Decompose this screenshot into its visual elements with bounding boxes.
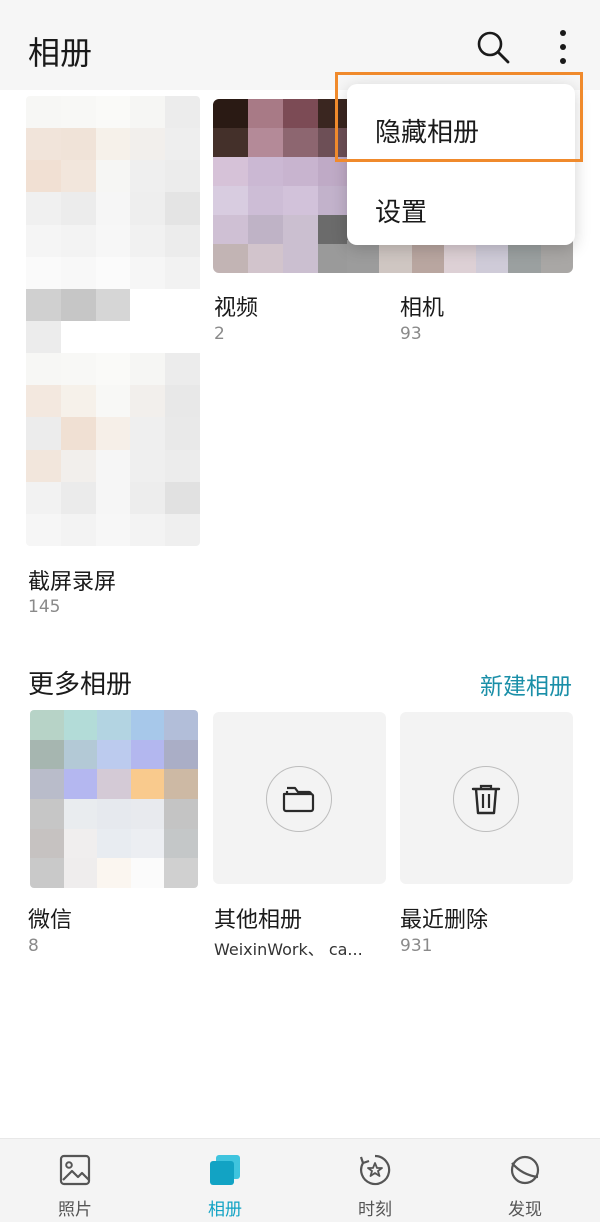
bottom-nav: 照片 相册 时刻 发现 (0, 1138, 600, 1222)
album-label-other: 其他相册 (214, 908, 303, 933)
album-thumb-wechat[interactable] (30, 710, 198, 888)
recently-deleted-card[interactable] (400, 712, 573, 884)
trash-icon (471, 784, 501, 815)
nav-moments[interactable]: 时刻 (300, 1139, 450, 1222)
folder-icon (282, 786, 315, 813)
menu-item-settings[interactable]: 设置 (375, 192, 427, 229)
nav-label-photos: 照片 (58, 1200, 92, 1220)
trash-button (453, 766, 519, 832)
nav-albums[interactable]: 相册 (150, 1139, 300, 1222)
nav-label-moments: 时刻 (358, 1200, 392, 1220)
album-label-screenshots: 截屏录屏 (28, 570, 117, 595)
moments-icon (359, 1154, 391, 1186)
album-count-video: 2 (214, 324, 225, 344)
search-icon[interactable] (476, 30, 510, 64)
album-count-screenshots: 145 (28, 597, 61, 617)
new-album-button[interactable]: 新建相册 (480, 667, 572, 701)
nav-label-discover: 发现 (508, 1200, 542, 1220)
more-albums-title: 更多相册 (28, 670, 133, 700)
nav-photos[interactable]: 照片 (0, 1139, 150, 1222)
folder-button (266, 766, 332, 832)
page-title: 相册 (28, 34, 93, 72)
highlight-box (335, 72, 583, 162)
album-icon (210, 1155, 240, 1185)
album-label-deleted: 最近删除 (400, 908, 489, 933)
nav-discover[interactable]: 发现 (450, 1139, 600, 1222)
photo-icon (59, 1154, 91, 1186)
album-count-wechat: 8 (28, 936, 39, 956)
album-thumb-video[interactable] (213, 99, 353, 273)
other-albums-card[interactable] (213, 712, 386, 884)
album-label-camera: 相机 (400, 296, 445, 321)
album-label-video: 视频 (214, 296, 259, 321)
album-count-other: WeixinWork、 ca... (214, 940, 363, 959)
album-count-deleted: 931 (400, 936, 433, 956)
nav-label-albums: 相册 (208, 1200, 242, 1220)
album-thumb-screenshots[interactable] (26, 96, 200, 546)
album-label-wechat: 微信 (28, 908, 73, 933)
discover-icon (510, 1155, 540, 1185)
more-options-icon[interactable] (553, 28, 573, 66)
album-count-camera: 93 (400, 324, 422, 344)
